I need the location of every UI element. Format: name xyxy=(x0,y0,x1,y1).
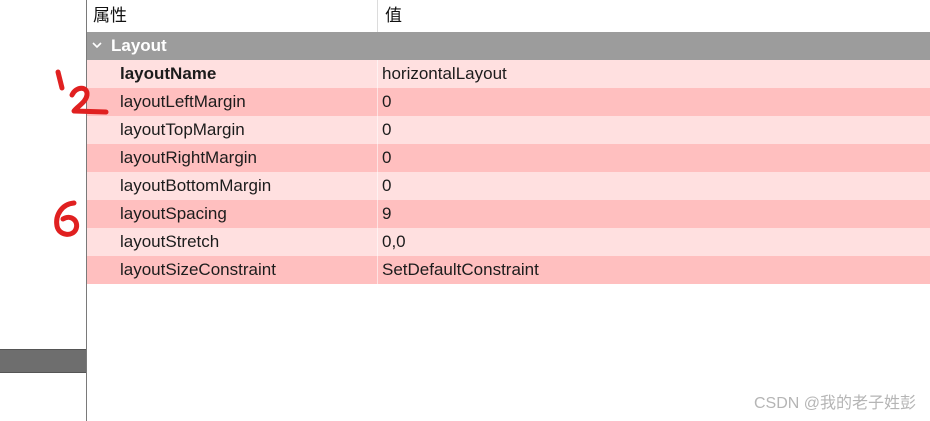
property-name: layoutName xyxy=(120,64,217,83)
property-name: layoutStretch xyxy=(120,232,220,251)
property-value[interactable]: 0 xyxy=(382,116,391,144)
value-column-header[interactable]: 值 xyxy=(385,0,402,32)
column-divider xyxy=(377,144,378,172)
column-divider xyxy=(377,172,378,200)
property-value[interactable]: 0 xyxy=(382,144,391,172)
column-divider xyxy=(377,116,378,144)
property-value[interactable]: 0 xyxy=(382,172,391,200)
property-name: layoutBottomMargin xyxy=(120,176,272,195)
property-row-layoutStretch[interactable]: layoutStretch 0,0 xyxy=(87,228,930,256)
group-row-layout[interactable]: Layout xyxy=(87,32,930,60)
column-divider xyxy=(377,88,378,116)
property-row-layoutTopMargin[interactable]: layoutTopMargin 0 xyxy=(87,116,930,144)
property-name: layoutLeftMargin xyxy=(120,92,246,111)
property-value[interactable]: 9 xyxy=(382,200,391,228)
property-row-layoutRightMargin[interactable]: layoutRightMargin 0 xyxy=(87,144,930,172)
property-row-layoutLeftMargin[interactable]: layoutLeftMargin 0 xyxy=(87,88,930,116)
watermark: CSDN @我的老子姓彭 xyxy=(753,395,916,412)
property-value[interactable]: SetDefaultConstraint xyxy=(382,256,539,284)
property-table-header: 属性 值 xyxy=(87,0,930,33)
property-value[interactable]: 0,0 xyxy=(382,228,406,256)
property-value[interactable]: horizontalLayout xyxy=(382,60,507,88)
property-name: layoutSpacing xyxy=(120,204,227,223)
left-panel xyxy=(0,0,87,421)
header-divider[interactable] xyxy=(377,0,378,32)
property-column-header[interactable]: 属性 xyxy=(93,0,127,32)
property-value[interactable]: 0 xyxy=(382,88,391,116)
property-row-layoutBottomMargin[interactable]: layoutBottomMargin 0 xyxy=(87,172,930,200)
chevron-down-icon[interactable] xyxy=(92,40,102,50)
horizontal-scrollbar[interactable] xyxy=(0,349,86,373)
property-row-layoutName[interactable]: layoutName horizontalLayout xyxy=(87,60,930,88)
column-divider xyxy=(377,228,378,256)
property-name: layoutTopMargin xyxy=(120,120,245,139)
column-divider xyxy=(377,256,378,284)
property-name: layoutRightMargin xyxy=(120,148,258,167)
column-divider xyxy=(377,60,378,88)
column-divider xyxy=(377,200,378,228)
property-rows: layoutName horizontalLayout layoutLeftMa… xyxy=(87,60,930,284)
property-name: layoutSizeConstraint xyxy=(120,260,276,279)
property-row-layoutSpacing[interactable]: layoutSpacing 9 xyxy=(87,200,930,228)
group-label: Layout xyxy=(111,36,167,55)
property-row-layoutSizeConstraint[interactable]: layoutSizeConstraint SetDefaultConstrain… xyxy=(87,256,930,284)
